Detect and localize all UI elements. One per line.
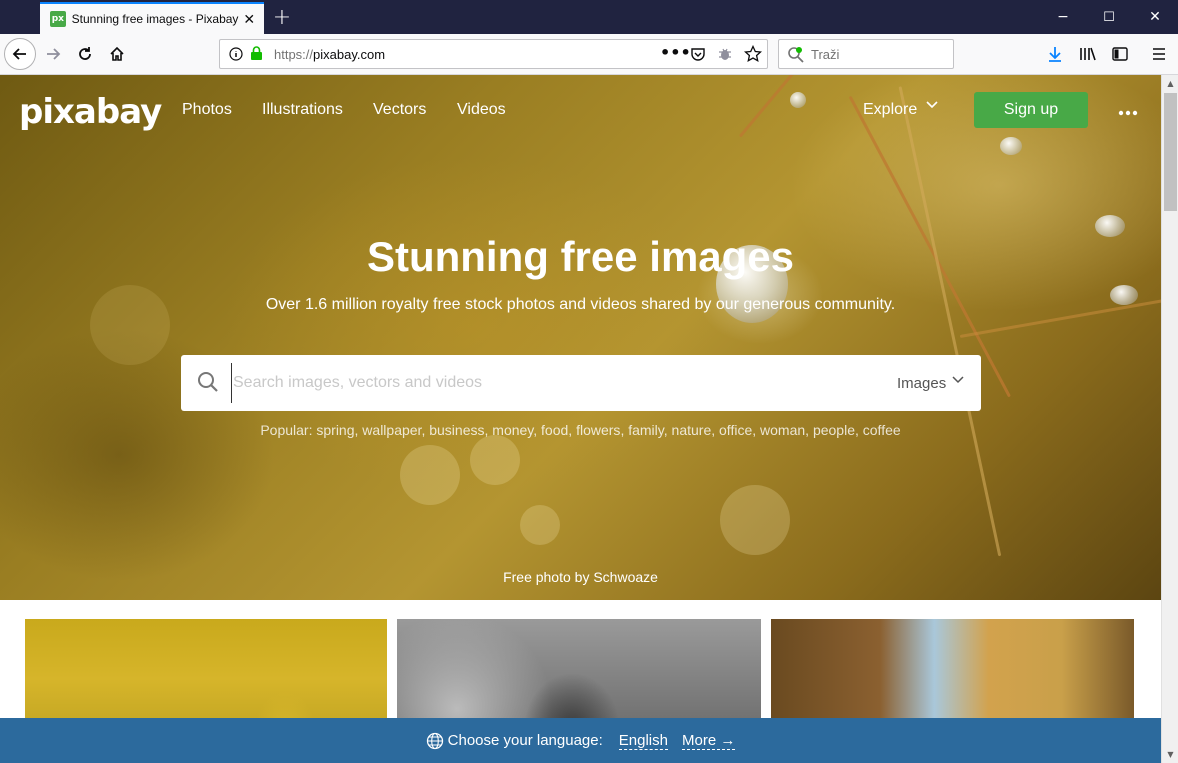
explore-menu[interactable]: Explore [863,101,917,119]
language-english-link[interactable]: English [618,732,668,750]
pixabay-logo[interactable]: pixabay [19,92,162,132]
browser-search-bar[interactable]: Traži [778,39,954,69]
bokeh-decoration [520,505,560,545]
popular-tag[interactable]: family [628,422,664,438]
popular-tag[interactable]: food [541,422,568,438]
popular-tag[interactable]: woman [760,422,805,438]
popular-tag[interactable]: flowers [576,422,620,438]
water-drop-decoration [1000,137,1022,155]
popular-tag[interactable]: people [813,422,855,438]
popular-tag[interactable]: coffee [863,422,901,438]
chevron-down-icon[interactable] [951,372,965,390]
browser-toolbar: https://pixabay.com ••• Traži [0,34,1178,75]
pocket-icon[interactable] [690,46,706,67]
hamburger-icon[interactable] [1144,39,1174,69]
water-drop-decoration [790,92,806,108]
lock-icon[interactable] [250,46,263,66]
popular-label: Popular: [260,422,313,438]
globe-icon [426,731,444,751]
photo-credit[interactable]: Free photo by Schwoaze [0,569,1161,585]
nav-photos[interactable]: Photos [182,101,232,119]
pixabay-favicon-icon: px [50,11,66,27]
url-text: https://pixabay.com [274,46,386,62]
more-options-icon[interactable] [1118,97,1138,121]
home-icon[interactable] [102,39,132,69]
grass-stem-decoration [898,86,1002,557]
ellipsis-icon[interactable]: ••• [660,43,691,62]
maximize-icon[interactable]: ☐ [1086,0,1132,34]
scrollbar-thumb[interactable] [1164,93,1177,211]
browser-search-placeholder: Traži [811,46,840,62]
nav-vectors[interactable]: Vectors [373,101,426,119]
popular-searches: Popular: spring, wallpaper, business, mo… [260,422,901,438]
minimize-icon[interactable]: − [1040,0,1086,34]
language-bar: Choose your language: English More → [0,718,1161,763]
library-icon[interactable] [1073,39,1103,69]
scroll-up-icon[interactable]: ▲ [1162,75,1178,92]
chevron-down-icon[interactable] [925,97,939,115]
arrow-right-icon[interactable] [38,39,68,69]
reload-icon[interactable] [70,39,100,69]
search-type-select[interactable]: Images [897,375,946,392]
bokeh-decoration [400,445,460,505]
language-prompt: Choose your language: [447,732,603,749]
browser-tab-active[interactable]: px Stunning free images - Pixabay ✕ [40,2,264,34]
search-icon [197,371,221,395]
new-tab-icon[interactable]: + [270,5,294,30]
tab-title: Stunning free images - Pixabay [71,12,239,26]
page-viewport: pixabay Photos Illustrations Vectors Vid… [0,75,1161,763]
sign-up-button[interactable]: Sign up [974,92,1088,128]
nav-videos[interactable]: Videos [457,101,506,119]
popular-tag[interactable]: nature [672,422,712,438]
hero-title: Stunning free images [366,233,795,280]
hero-banner: pixabay Photos Illustrations Vectors Vid… [0,75,1161,600]
popular-tag[interactable]: wallpaper [362,422,421,438]
info-icon[interactable] [229,47,243,66]
popular-tag[interactable]: business [429,422,484,438]
search-box: Images [181,355,981,411]
popular-tag[interactable]: spring [316,422,354,438]
popular-tag[interactable]: office [719,422,752,438]
popular-tag[interactable]: money [492,422,533,438]
language-more-link[interactable]: More → [681,732,736,750]
search-input[interactable] [231,363,871,403]
window-close-icon[interactable]: ✕ [1132,0,1178,34]
sidebar-icon[interactable] [1105,39,1135,69]
nav-illustrations[interactable]: Illustrations [262,101,343,119]
search-engine-icon [787,46,805,69]
bug-icon[interactable] [717,46,733,67]
scroll-down-icon[interactable]: ▼ [1162,746,1178,763]
grass-stem-decoration [738,75,883,138]
page-scrollbar[interactable]: ▲ ▼ [1161,75,1178,763]
tab-close-icon[interactable]: ✕ [238,8,260,30]
browser-titlebar: px Stunning free images - Pixabay ✕ + − … [0,0,1178,34]
bokeh-decoration [720,485,790,555]
url-bar[interactable]: https://pixabay.com ••• [219,39,768,69]
bokeh-decoration [470,435,520,485]
arrow-left-icon[interactable] [4,38,36,70]
hero-subtitle: Over 1.6 million royalty free stock phot… [265,296,896,313]
download-icon[interactable] [1040,39,1070,69]
star-icon[interactable] [743,44,763,68]
